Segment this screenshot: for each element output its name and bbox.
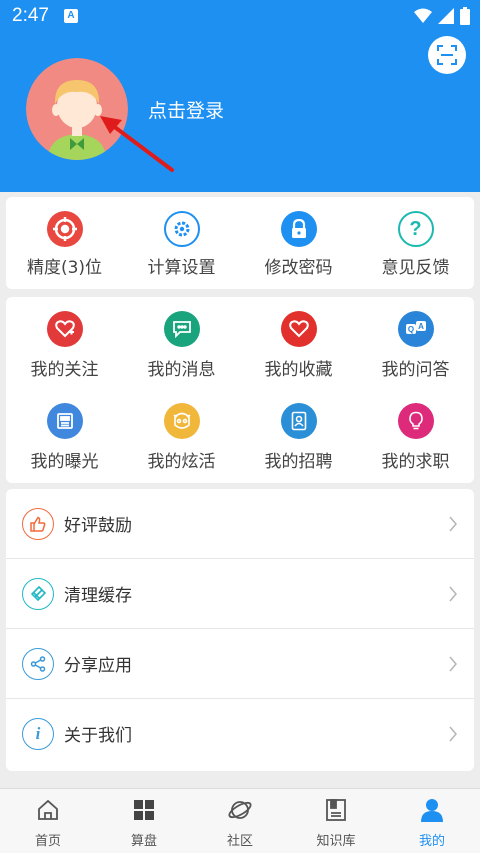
tool-precision[interactable]: 精度(3)位 [6, 211, 123, 278]
grid-icon [134, 800, 154, 820]
nav-label: 我的 [418, 834, 445, 849]
mine-label: 我的炫活 [147, 452, 216, 472]
thumbs-up-icon [22, 508, 54, 540]
nav-home[interactable]: 首页 [0, 797, 96, 849]
tool-label: 意见反馈 [381, 258, 450, 278]
mine-follow[interactable]: 我的关注 [6, 311, 123, 380]
chevron-right-icon [449, 516, 457, 532]
svg-text:Q: Q [407, 325, 413, 334]
nav-community[interactable]: 社区 [192, 797, 288, 849]
question-icon: ? [397, 211, 434, 247]
heart-icon [280, 311, 317, 347]
tool-change-password[interactable]: 修改密码 [240, 211, 357, 278]
notification-icon: A [64, 9, 78, 23]
list-item-label: 分享应用 [64, 656, 132, 676]
mine-messages[interactable]: 我的消息 [123, 311, 240, 380]
target-icon [46, 211, 83, 247]
nav-label: 知识库 [316, 834, 356, 849]
tools-card: 精度(3)位 计算设置 修改密码 ? 意见反馈 [6, 197, 474, 289]
chevron-right-icon [449, 726, 457, 742]
share-icon [22, 648, 54, 680]
mine-activity[interactable]: 我的炫活 [123, 403, 240, 472]
tool-label: 计算设置 [147, 258, 216, 278]
chevron-right-icon [449, 586, 457, 602]
wifi-icon [414, 8, 432, 23]
newspaper-icon [46, 403, 83, 439]
chat-icon [163, 311, 200, 347]
lock-icon [280, 211, 317, 247]
nav-label: 算盘 [130, 834, 157, 849]
settings-list: 好评鼓励 清理缓存 分享应用 i 关于我们 [6, 489, 474, 771]
home-icon [38, 799, 58, 820]
mine-label: 我的消息 [147, 360, 216, 380]
status-bar: 2:47 A [0, 0, 480, 32]
mine-job-seek[interactable]: 我的求职 [357, 403, 474, 472]
list-item-rate[interactable]: 好评鼓励 [6, 489, 474, 559]
tool-label: 精度(3)位 [26, 258, 103, 278]
profile-header: 2:47 A 点击登录 [0, 0, 480, 192]
planet-icon [228, 801, 252, 819]
mine-recruit[interactable]: 我的招聘 [240, 403, 357, 472]
user-icon [421, 799, 443, 822]
mine-label: 我的关注 [30, 360, 99, 380]
mine-label: 我的求职 [381, 452, 450, 472]
tool-label: 修改密码 [264, 258, 333, 278]
scan-button[interactable] [428, 36, 466, 74]
info-icon: i [22, 718, 54, 750]
list-item-label: 好评鼓励 [64, 516, 132, 536]
mine-label: 我的收藏 [264, 360, 333, 380]
list-item-label: 清理缓存 [64, 586, 132, 606]
signal-icon [438, 8, 454, 24]
id-card-icon [280, 403, 317, 439]
status-icons [414, 6, 470, 26]
mine-card: 我的关注 我的消息 我的收藏 QA 我的问答 我的曝光 我的炫活 我的招聘 我的… [6, 297, 474, 483]
tool-calc-settings[interactable]: 计算设置 [123, 211, 240, 278]
nav-knowledge[interactable]: 知识库 [288, 797, 384, 849]
list-item-label: 关于我们 [64, 726, 132, 746]
mine-label: 我的招聘 [264, 452, 333, 472]
book-icon [326, 799, 346, 821]
nav-label: 社区 [226, 834, 253, 849]
list-item-clear-cache[interactable]: 清理缓存 [6, 559, 474, 629]
face-icon [163, 403, 200, 439]
nav-abacus[interactable]: 算盘 [96, 797, 192, 849]
qa-icon: QA [397, 311, 434, 347]
bulb-icon [397, 403, 434, 439]
nav-mine[interactable]: 我的 [384, 797, 480, 849]
mine-favorites[interactable]: 我的收藏 [240, 311, 357, 380]
chevron-right-icon [449, 656, 457, 672]
broom-icon [22, 578, 54, 610]
list-item-share[interactable]: 分享应用 [6, 629, 474, 699]
battery-icon [460, 7, 470, 25]
annotation-arrow [100, 116, 174, 172]
mine-exposure[interactable]: 我的曝光 [6, 403, 123, 472]
list-item-about[interactable]: i 关于我们 [6, 699, 474, 769]
scan-icon [437, 45, 457, 65]
status-time: 2:47 [12, 5, 49, 26]
mine-label: 我的曝光 [30, 452, 99, 472]
bottom-nav: 首页 算盘 社区 知识库 我的 [0, 788, 480, 853]
tool-feedback[interactable]: ? 意见反馈 [357, 211, 474, 278]
svg-text:A: A [418, 322, 424, 331]
mine-qa[interactable]: QA 我的问答 [357, 311, 474, 380]
nav-label: 首页 [34, 834, 61, 849]
heart-plus-icon [46, 311, 83, 347]
gear-icon [163, 211, 200, 247]
mine-label: 我的问答 [381, 360, 450, 380]
